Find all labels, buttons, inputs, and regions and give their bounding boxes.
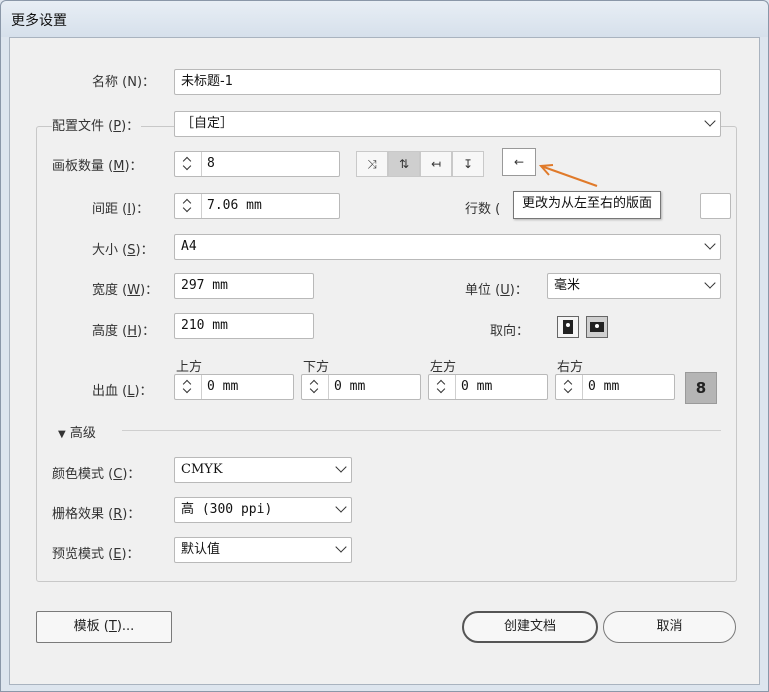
landscape-icon[interactable] bbox=[586, 316, 608, 338]
grid-by-row-icon[interactable]: ⤨ bbox=[356, 151, 388, 177]
arrange-by-row-icon[interactable]: ↤ bbox=[420, 151, 452, 177]
bleed-bottom-value: 0 mm bbox=[334, 379, 366, 394]
spacing-value: 7.06 mm bbox=[207, 198, 262, 213]
raster-label: 栅格效果 (R)： bbox=[52, 507, 141, 522]
width-field[interactable]: 297 mm bbox=[174, 273, 314, 299]
chevron-down-icon bbox=[335, 541, 347, 553]
bleed-label: 出血 (L)： bbox=[92, 384, 153, 399]
units-label: 单位 (U)： bbox=[465, 283, 528, 298]
bleed-left-label: 左方 bbox=[430, 360, 457, 375]
dialog-window: 更多设置 名称 (N)： 未标题-1 配置文件 (P)： ［自定］ 画板数量 (… bbox=[0, 0, 769, 692]
artboard-count-field[interactable]: 8 bbox=[174, 151, 340, 177]
arrow-left-icon: ← bbox=[513, 155, 525, 169]
spacing-field[interactable]: 7.06 mm bbox=[174, 193, 340, 219]
window-title: 更多设置 bbox=[11, 13, 67, 29]
advanced-label: 高级 bbox=[69, 426, 96, 441]
spinner-icon[interactable] bbox=[429, 375, 456, 399]
size-select[interactable]: A4 bbox=[174, 234, 721, 260]
arrange-by-column-icon[interactable]: ↧ bbox=[452, 151, 484, 177]
spinner-icon[interactable] bbox=[302, 375, 329, 399]
bleed-top-value: 0 mm bbox=[207, 379, 239, 394]
spinner-icon[interactable] bbox=[556, 375, 583, 399]
artboard-count-label: 画板数量 (M)： bbox=[52, 159, 143, 174]
templates-button[interactable]: 模板 (T)... bbox=[36, 611, 172, 643]
raster-value: 高 (300 ppi) bbox=[181, 502, 273, 517]
bleed-bottom-label: 下方 bbox=[303, 360, 330, 375]
dialog-body: 名称 (N)： 未标题-1 配置文件 (P)： ［自定］ 画板数量 (M)： 8… bbox=[9, 37, 760, 685]
width-label: 宽度 (W)： bbox=[92, 283, 159, 298]
annotation-arrow-icon bbox=[538, 164, 598, 187]
bleed-left-value: 0 mm bbox=[461, 379, 493, 394]
preview-label: 预览模式 (E)： bbox=[52, 547, 140, 562]
triangle-down-icon: ▼ bbox=[58, 429, 66, 440]
title-bar: 更多设置 bbox=[1, 1, 768, 37]
bleed-right-field[interactable]: 0 mm bbox=[555, 374, 675, 400]
chevron-down-icon bbox=[704, 277, 716, 289]
orientation-label: 取向： bbox=[490, 324, 530, 339]
height-field[interactable]: 210 mm bbox=[174, 313, 314, 339]
spacing-label: 间距 (I)： bbox=[92, 202, 150, 217]
spinner-icon[interactable] bbox=[175, 152, 202, 176]
units-select[interactable]: 毫米 bbox=[547, 273, 721, 299]
bleed-left-field[interactable]: 0 mm bbox=[428, 374, 548, 400]
color-mode-value: CMYK bbox=[181, 462, 223, 477]
advanced-toggle[interactable]: ▼ 高级 bbox=[58, 422, 96, 441]
profile-value: ［自定］ bbox=[181, 116, 234, 131]
link-bleed-icon[interactable]: 8 bbox=[685, 372, 717, 404]
chevron-down-icon bbox=[704, 115, 716, 127]
spinner-icon[interactable] bbox=[175, 375, 202, 399]
create-document-button[interactable]: 创建文档 bbox=[462, 611, 598, 643]
raster-select[interactable]: 高 (300 ppi) bbox=[174, 497, 352, 523]
artboard-count-value: 8 bbox=[207, 156, 215, 171]
name-label: 名称 (N)： bbox=[92, 75, 156, 90]
chevron-down-icon bbox=[335, 501, 347, 513]
tooltip: 更改为从左至右的版面 bbox=[513, 191, 662, 219]
units-value: 毫米 bbox=[554, 278, 581, 293]
spinner-icon[interactable] bbox=[175, 194, 202, 218]
rows-field[interactable] bbox=[700, 193, 731, 219]
advanced-divider bbox=[122, 430, 721, 431]
size-value: A4 bbox=[181, 239, 197, 254]
bleed-bottom-field[interactable]: 0 mm bbox=[301, 374, 421, 400]
portrait-icon[interactable] bbox=[557, 316, 579, 338]
size-label: 大小 (S)： bbox=[92, 243, 154, 258]
preview-value: 默认值 bbox=[181, 542, 221, 557]
bleed-right-label: 右方 bbox=[557, 360, 584, 375]
bleed-right-value: 0 mm bbox=[588, 379, 620, 394]
grid-by-column-icon[interactable]: ⇅ bbox=[388, 151, 420, 177]
chevron-down-icon bbox=[704, 238, 716, 250]
direction-toggle-button[interactable]: ← bbox=[502, 148, 536, 176]
color-mode-label: 颜色模式 (C)： bbox=[52, 467, 141, 482]
height-label: 高度 (H)： bbox=[92, 324, 156, 339]
name-field[interactable]: 未标题-1 bbox=[174, 69, 721, 95]
profile-select[interactable]: ［自定］ bbox=[174, 111, 721, 137]
preview-select[interactable]: 默认值 bbox=[174, 537, 352, 563]
cancel-button[interactable]: 取消 bbox=[603, 611, 736, 643]
chevron-down-icon bbox=[335, 461, 347, 473]
rows-label: 行数 ( bbox=[465, 202, 501, 217]
bleed-top-field[interactable]: 0 mm bbox=[174, 374, 294, 400]
bleed-top-label: 上方 bbox=[176, 360, 203, 375]
color-mode-select[interactable]: CMYK bbox=[174, 457, 352, 483]
profile-label: 配置文件 (P)： bbox=[52, 115, 142, 134]
